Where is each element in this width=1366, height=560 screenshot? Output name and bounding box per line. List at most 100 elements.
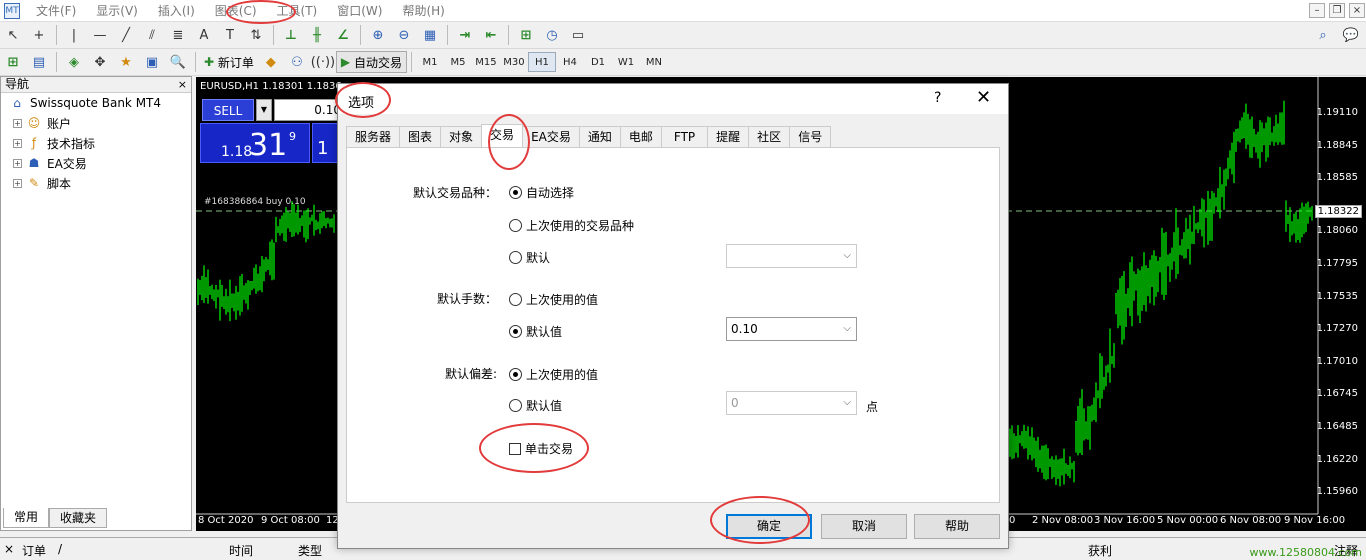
navigator-item-accounts[interactable]: + ☺ 账户 (1, 113, 191, 133)
minimize-icon[interactable]: – (1309, 3, 1325, 18)
lot-input[interactable]: 0.10 (274, 99, 346, 121)
cursor-icon[interactable]: ↖ (2, 24, 24, 46)
timeframe-m5[interactable]: M5 (444, 52, 472, 72)
menu-view[interactable]: 显示(V) (86, 2, 148, 19)
zoom-out-icon[interactable]: ⊖ (393, 24, 415, 46)
equidistant-channel-icon[interactable]: ⫽ (141, 24, 163, 46)
ok-button[interactable]: 确定 (726, 514, 812, 539)
timeframe-h1[interactable]: H1 (527, 52, 556, 72)
tab-notifications[interactable]: 通知 (578, 126, 621, 148)
market-watch-icon[interactable]: ◈ (63, 51, 85, 73)
navigator-root[interactable]: ⌂ Swissquote Bank MT4 (1, 93, 191, 113)
col-order[interactable]: 订单 (22, 542, 46, 559)
metaeditor-icon[interactable]: ◆ (260, 51, 282, 73)
tile-windows-icon[interactable]: ▦ (419, 24, 441, 46)
navigator-item-scripts[interactable]: + ✎ 脚本 (1, 173, 191, 193)
tab-objects[interactable]: 对象 (440, 126, 483, 148)
timeframe-m30[interactable]: M30 (500, 52, 528, 72)
lot-dropdown-icon[interactable]: ▼ (256, 99, 272, 121)
timeframe-h4[interactable]: H4 (556, 52, 584, 72)
deviation-default-radio[interactable]: 默认值 (509, 397, 562, 414)
cancel-button[interactable]: 取消 (821, 514, 907, 539)
terminal-icon[interactable]: ▣ (141, 51, 163, 73)
col-profit[interactable]: 获利 (1088, 542, 1112, 559)
timeframe-m1[interactable]: M1 (416, 52, 444, 72)
timeframe-d1[interactable]: D1 (584, 52, 612, 72)
menu-help[interactable]: 帮助(H) (392, 2, 454, 19)
text-label-icon[interactable]: T (219, 24, 241, 46)
tab-signals[interactable]: 信号 (789, 126, 832, 148)
tab-expert-advisors[interactable]: EA交易 (522, 126, 580, 148)
signals-icon[interactable]: ((·)) (311, 51, 335, 73)
menu-window[interactable]: 窗口(W) (327, 2, 392, 19)
navigator-icon[interactable]: ★ (115, 51, 137, 73)
timeframe-m15[interactable]: M15 (472, 52, 500, 72)
vertical-line-icon[interactable]: | (63, 24, 85, 46)
search-icon[interactable]: ⌕ (1312, 24, 1334, 46)
bid-price-button[interactable]: 1.18 31 9 (200, 123, 310, 163)
menu-file[interactable]: 文件(F) (26, 2, 86, 19)
lots-default-radio[interactable]: 默认值 (509, 323, 562, 340)
templates-icon[interactable]: ▭ (567, 24, 589, 46)
chart-shift-icon[interactable]: ⇤ (480, 24, 502, 46)
tab-alerts[interactable]: 提醒 (707, 126, 750, 148)
sell-button[interactable]: SELL (202, 99, 254, 121)
periods-icon[interactable]: ◷ (541, 24, 563, 46)
menu-tools[interactable]: 工具(T) (267, 2, 328, 19)
new-chart-icon[interactable]: ⊞ (2, 51, 24, 73)
symbol-auto-radio[interactable]: 自动选择 (509, 184, 574, 201)
bar-chart-icon[interactable]: ⊥ (280, 24, 302, 46)
symbol-default-radio[interactable]: 默认 (509, 249, 550, 266)
tab-favorites[interactable]: 收藏夹 (49, 508, 108, 528)
close-icon[interactable]: ✕ (976, 87, 991, 108)
tab-common[interactable]: 常用 (3, 508, 50, 528)
text-icon[interactable]: A (193, 24, 215, 46)
new-order-button[interactable]: ✚ 新订单 (200, 51, 258, 73)
expand-icon[interactable]: + (13, 118, 22, 128)
close-icon[interactable]: × (178, 77, 187, 92)
strategy-tester-icon[interactable]: 🔍 (167, 51, 189, 73)
menu-insert[interactable]: 插入(I) (148, 2, 205, 19)
navigator-item-experts[interactable]: + ☗ EA交易 (1, 153, 191, 173)
account-history-icon[interactable]: ⚇ (286, 51, 308, 73)
tab-server[interactable]: 服务器 (346, 126, 401, 148)
help-button[interactable]: 帮助 (914, 514, 1000, 539)
restore-icon[interactable]: ❐ (1329, 3, 1345, 18)
timeframe-mn[interactable]: MN (640, 52, 668, 72)
auto-trading-button[interactable]: ▶ 自动交易 (335, 51, 407, 73)
tab-community[interactable]: 社区 (748, 126, 791, 148)
deviation-select[interactable]: 0 ⌵ (726, 391, 857, 415)
expand-icon[interactable]: + (13, 178, 22, 188)
chat-icon[interactable]: 💬 (1340, 24, 1362, 46)
line-chart-icon[interactable]: ∠ (332, 24, 354, 46)
tab-ftp[interactable]: FTP (660, 126, 709, 148)
tab-email[interactable]: 电邮 (619, 126, 662, 148)
deviation-last-radio[interactable]: 上次使用的值 (509, 366, 598, 383)
help-icon[interactable]: ? (934, 90, 941, 106)
menu-charts[interactable]: 图表(C) (205, 2, 267, 19)
candlestick-icon[interactable]: ╫ (306, 24, 328, 46)
expand-icon[interactable]: + (13, 138, 22, 148)
tab-trade[interactable]: 交易 (481, 124, 524, 148)
profiles-icon[interactable]: ▤ (28, 51, 50, 73)
navigator-item-indicators[interactable]: + ƒ 技术指标 (1, 133, 191, 153)
zoom-in-icon[interactable]: ⊕ (367, 24, 389, 46)
tab-charts[interactable]: 图表 (399, 126, 442, 148)
col-type[interactable]: 类型 (298, 542, 322, 559)
horizontal-line-icon[interactable]: — (89, 24, 111, 46)
expand-icon[interactable]: + (13, 158, 22, 168)
crosshair-icon[interactable]: + (28, 24, 50, 46)
col-time[interactable]: 时间 (229, 542, 253, 559)
fibonacci-icon[interactable]: ≣ (167, 24, 189, 46)
timeframe-w1[interactable]: W1 (612, 52, 640, 72)
indicators-icon[interactable]: ⊞ (515, 24, 537, 46)
arrows-icon[interactable]: ⇅ (245, 24, 267, 46)
data-window-icon[interactable]: ✥ (89, 51, 111, 73)
symbol-last-radio[interactable]: 上次使用的交易品种 (509, 217, 634, 234)
lots-select[interactable]: 0.10 ⌵ (726, 317, 857, 341)
trendline-icon[interactable]: ╱ (115, 24, 137, 46)
lots-last-radio[interactable]: 上次使用的值 (509, 291, 598, 308)
terminal-close-icon[interactable]: × (4, 542, 14, 556)
close-icon[interactable]: × (1349, 3, 1365, 18)
autoscroll-icon[interactable]: ⇥ (454, 24, 476, 46)
